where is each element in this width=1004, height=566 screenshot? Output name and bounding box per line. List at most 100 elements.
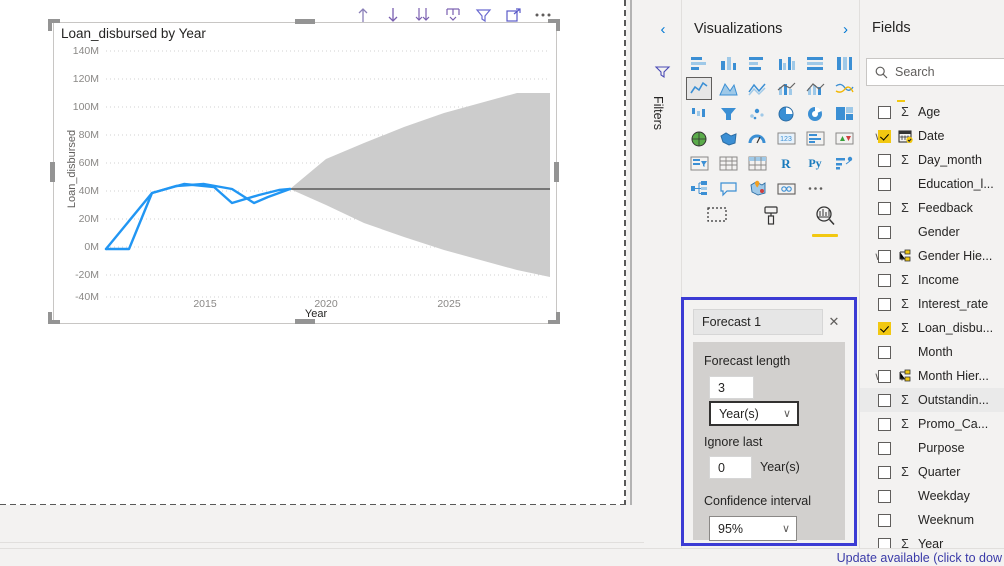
funnel-chart-icon[interactable]: [715, 102, 741, 125]
line-chart-icon[interactable]: [686, 77, 712, 100]
kpi-icon[interactable]: [831, 127, 857, 150]
clustered-bar-chart-icon[interactable]: [744, 52, 770, 75]
field-row[interactable]: ∨Month Hier...: [860, 364, 1004, 388]
resize-handle-right[interactable]: [554, 162, 559, 182]
field-checkbox[interactable]: [878, 226, 891, 239]
field-checkbox[interactable]: [878, 538, 891, 549]
field-row[interactable]: Weekday: [860, 484, 1004, 508]
table-icon[interactable]: [715, 152, 741, 175]
field-checkbox[interactable]: [878, 130, 891, 143]
filters-pane-collapsed[interactable]: ‹ Filters: [644, 0, 682, 565]
analytics-tab[interactable]: [810, 203, 840, 235]
field-row[interactable]: Weeknum: [860, 508, 1004, 532]
resize-handle-bottom-left[interactable]: [48, 312, 60, 324]
gauge-icon[interactable]: [744, 127, 770, 150]
card-icon[interactable]: 123: [773, 127, 799, 150]
r-script-visual-icon[interactable]: R: [773, 152, 799, 175]
arcgis-maps-icon[interactable]: [744, 177, 770, 200]
line-and-stacked-column-chart-icon[interactable]: [773, 77, 799, 100]
clustered-column-chart-icon[interactable]: [773, 52, 799, 75]
slicer-icon[interactable]: [686, 152, 712, 175]
python-visual-icon[interactable]: Py: [802, 152, 828, 175]
100-stacked-bar-chart-icon[interactable]: [802, 52, 828, 75]
stacked-bar-chart-icon[interactable]: [686, 52, 712, 75]
forecast-length-input[interactable]: 3: [709, 376, 754, 399]
field-checkbox[interactable]: [878, 514, 891, 527]
confidence-interval-dropdown[interactable]: 95% ∨: [709, 516, 797, 541]
more-options-icon[interactable]: [532, 4, 554, 26]
ribbon-chart-icon[interactable]: [831, 77, 857, 100]
visualization-type-grid[interactable]: 123 R Py: [685, 52, 861, 197]
waterfall-chart-icon[interactable]: [686, 102, 712, 125]
field-checkbox[interactable]: [878, 298, 891, 311]
field-row[interactable]: ∨Date: [860, 124, 1004, 148]
drill-up-icon[interactable]: [352, 4, 374, 26]
100-stacked-column-chart-icon[interactable]: [831, 52, 857, 75]
ignore-last-input[interactable]: 0: [709, 456, 752, 479]
drill-down-icon[interactable]: [382, 4, 404, 26]
field-row[interactable]: ΣLoan_disbu...: [860, 316, 1004, 340]
field-row[interactable]: Education_l...: [860, 172, 1004, 196]
go-to-next-level-icon[interactable]: [442, 4, 464, 26]
get-more-visuals-icon[interactable]: [802, 177, 828, 200]
qna-icon[interactable]: [715, 177, 741, 200]
filters-collapse-chevron-icon[interactable]: ‹: [655, 22, 671, 38]
field-row[interactable]: ΣDay_month: [860, 148, 1004, 172]
visual-header-toolbar[interactable]: [352, 3, 557, 27]
visualizations-expand-chevron-icon[interactable]: ›: [843, 21, 848, 38]
field-row[interactable]: ∨Gender Hie...: [860, 244, 1004, 268]
key-influencers-icon[interactable]: [831, 152, 857, 175]
field-row[interactable]: ΣOutstandin...: [860, 388, 1004, 412]
field-row[interactable]: ΣAge: [860, 100, 1004, 124]
field-checkbox[interactable]: [878, 418, 891, 431]
line-and-clustered-column-chart-icon[interactable]: [802, 77, 828, 100]
resize-handle-left[interactable]: [50, 162, 55, 182]
field-checkbox[interactable]: [878, 202, 891, 215]
donut-chart-icon[interactable]: [802, 102, 828, 125]
decomposition-tree-icon[interactable]: [686, 177, 712, 200]
field-checkbox[interactable]: [878, 106, 891, 119]
forecast-settings-card[interactable]: Forecast 1 ✕ Forecast length 3 Year(s) ∨…: [681, 297, 857, 546]
visualizations-pane-tabs[interactable]: [682, 200, 860, 238]
field-row[interactable]: ΣQuarter: [860, 460, 1004, 484]
forecast-length-unit-dropdown[interactable]: Year(s) ∨: [709, 401, 799, 426]
resize-handle-bottom[interactable]: [295, 319, 315, 324]
field-checkbox[interactable]: [878, 346, 891, 359]
expand-all-down-icon[interactable]: [412, 4, 434, 26]
fields-search-box[interactable]: Search: [866, 58, 1004, 86]
stacked-column-chart-icon[interactable]: [715, 52, 741, 75]
stacked-area-chart-icon[interactable]: [744, 77, 770, 100]
line-chart-visual[interactable]: Loan_disbursed by Year: [53, 22, 557, 324]
field-checkbox[interactable]: [878, 322, 891, 335]
field-row[interactable]: Gender: [860, 220, 1004, 244]
field-checkbox[interactable]: [878, 370, 891, 383]
field-checkbox[interactable]: [878, 250, 891, 263]
paginated-report-icon[interactable]: [773, 177, 799, 200]
update-available-link[interactable]: Update available (click to dow: [837, 549, 1004, 566]
field-checkbox[interactable]: [878, 466, 891, 479]
focus-mode-icon[interactable]: [502, 4, 524, 26]
resize-handle-top-left[interactable]: [48, 19, 60, 31]
area-chart-icon[interactable]: [715, 77, 741, 100]
field-checkbox[interactable]: [878, 442, 891, 455]
fields-list[interactable]: ΣAge∨DateΣDay_monthEducation_l...ΣFeedba…: [860, 100, 1004, 548]
field-checkbox[interactable]: [878, 274, 891, 287]
field-row[interactable]: ΣFeedback: [860, 196, 1004, 220]
field-row[interactable]: Month: [860, 340, 1004, 364]
resize-handle-bottom-right[interactable]: [548, 312, 560, 324]
map-icon[interactable]: [686, 127, 712, 150]
field-row[interactable]: ΣIncome: [860, 268, 1004, 292]
fields-tab[interactable]: [702, 203, 732, 235]
matrix-icon[interactable]: [744, 152, 770, 175]
field-checkbox[interactable]: [878, 178, 891, 191]
field-row[interactable]: ΣYear: [860, 532, 1004, 548]
forecast-name-input[interactable]: Forecast 1: [693, 309, 823, 335]
field-row[interactable]: ΣPromo_Ca...: [860, 412, 1004, 436]
scatter-chart-icon[interactable]: [744, 102, 770, 125]
resize-handle-top[interactable]: [295, 19, 315, 24]
filled-map-icon[interactable]: [715, 127, 741, 150]
field-checkbox[interactable]: [878, 154, 891, 167]
field-row[interactable]: ΣInterest_rate: [860, 292, 1004, 316]
report-canvas-area[interactable]: Loan_disbursed by Year: [0, 0, 644, 565]
format-tab[interactable]: [756, 203, 786, 235]
